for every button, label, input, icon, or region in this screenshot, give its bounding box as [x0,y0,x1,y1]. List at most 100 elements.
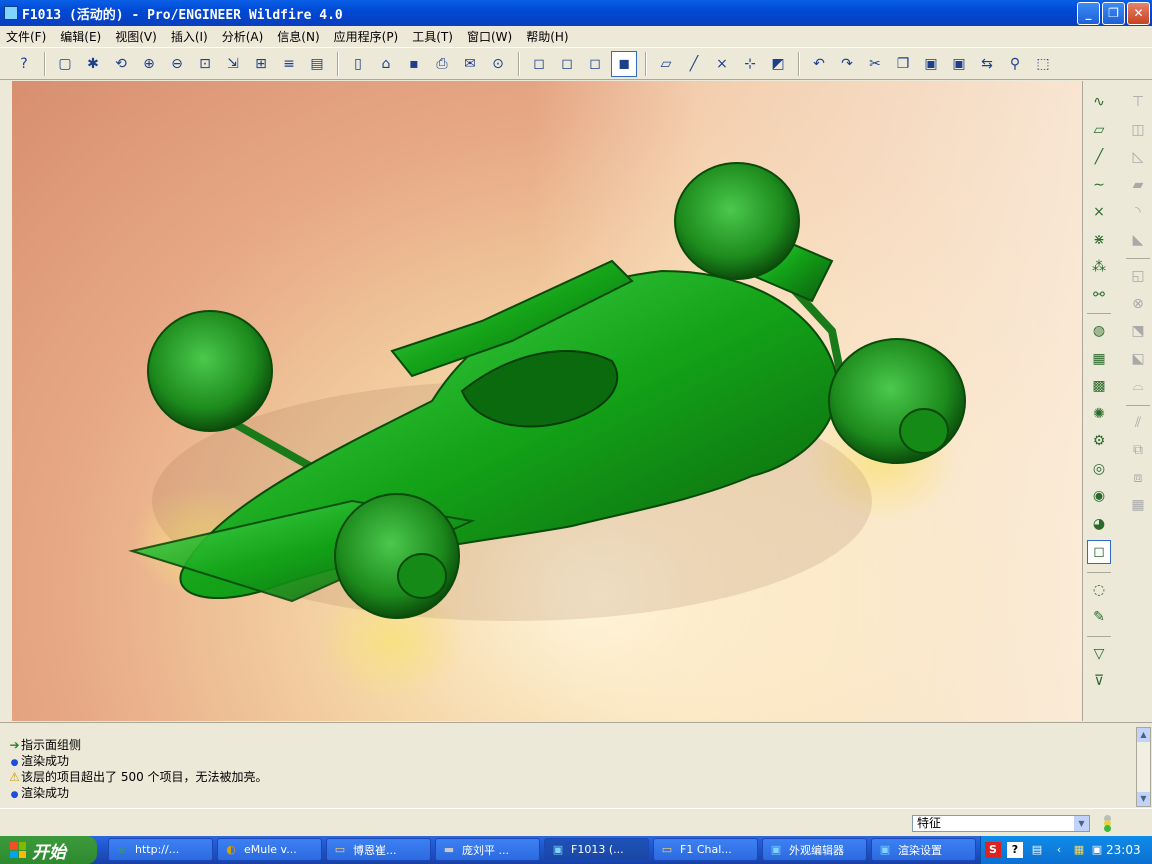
email-link-icon[interactable]: ⊙ [486,52,510,76]
network-icon[interactable]: ▦ [1071,842,1087,858]
cut-icon[interactable]: ✂ [863,52,887,76]
revolve-icon[interactable]: ⊗ [1127,293,1149,315]
datum-point-icon[interactable]: × [1088,201,1110,223]
copy-icon[interactable]: ❐ [891,52,915,76]
minimize-button[interactable]: _ [1077,2,1100,25]
taskbar-item[interactable]: ▭ 博恩崔... [326,838,431,861]
scroll-up-icon[interactable]: ▲ [1137,728,1150,742]
volume-icon[interactable]: ▤ [1029,842,1045,858]
menu-analysis[interactable]: 分析(A) [216,28,272,45]
rib-icon[interactable]: ◺ [1127,146,1149,168]
analysis-feature-icon[interactable]: ⚯ [1088,284,1110,306]
print-icon[interactable]: ⎙ [430,52,454,76]
round-icon[interactable]: ◝ [1127,201,1149,223]
mirror-icon[interactable]: ⫽ [1127,412,1149,434]
datum-axis-icon[interactable]: ╱ [1088,146,1110,168]
menu-edit[interactable]: 编辑(E) [54,28,109,45]
wireframe-icon[interactable]: ◻ [527,52,551,76]
undo-icon[interactable]: ↶ [807,52,831,76]
find-icon[interactable]: ⚲ [1003,52,1027,76]
menu-view[interactable]: 视图(V) [109,28,165,45]
menu-applications[interactable]: 应用程序(P) [328,28,407,45]
render-icon[interactable]: ◕ [1088,513,1110,535]
extrude-icon[interactable]: ◱ [1127,265,1149,287]
point-offset-icon[interactable]: ⋇ [1088,229,1110,251]
enhanced-realism-icon[interactable]: ✎ [1088,606,1110,628]
shell-icon[interactable]: ◫ [1127,119,1149,141]
light-icon[interactable]: ✺ [1088,403,1110,425]
paste-special-icon[interactable]: ▣ [947,52,971,76]
new-file-icon[interactable]: ▯ [346,52,370,76]
render-region-icon[interactable]: ◎ [1088,458,1110,480]
sketched-curve-icon[interactable]: ∿ [1088,91,1110,113]
scroll-down-icon[interactable]: ▼ [1137,792,1150,806]
no-hidden-icon[interactable]: ◻ [583,52,607,76]
datum-plane-icon[interactable]: ▱ [1088,119,1110,141]
chamfer-icon[interactable]: ◣ [1127,229,1149,251]
view-manager-icon[interactable]: ▤ [305,52,329,76]
graphics-window[interactable] [12,81,1082,721]
open-file-icon[interactable]: ⌂ [374,52,398,76]
layers-icon[interactable]: ≡ [277,52,301,76]
saved-views-icon[interactable]: ⊞ [249,52,273,76]
datum-planes-icon[interactable]: ▱ [654,52,678,76]
taskbar-item[interactable]: ◐ eMule v... [217,838,322,861]
hole-icon[interactable]: ⊤ [1127,91,1149,113]
tray-expand-icon[interactable]: ‹ [1051,842,1067,858]
taskbar-item[interactable]: e http://... [108,838,213,861]
boundary-blend-icon[interactable]: ⌓ [1127,375,1149,397]
restore-button[interactable]: ❐ [1102,2,1125,25]
network-monitor-icon[interactable]: ▣ [1089,842,1105,858]
selection-filter-dropdown[interactable]: 特征 ▼ [912,815,1090,832]
regenerate-icon[interactable]: ⇆ [975,52,999,76]
start-button[interactable]: 开始 [0,836,97,864]
room-editor-icon[interactable]: ▩ [1088,375,1110,397]
menu-insert[interactable]: 插入(I) [165,28,216,45]
taskbar-item[interactable]: ▣ 渲染设置 [871,838,976,861]
draft-icon[interactable]: ▰ [1127,174,1149,196]
menu-help[interactable]: 帮助(H) [520,28,576,45]
render-settings-icon[interactable]: ⚙ [1088,430,1110,452]
scene-icon[interactable]: ▦ [1088,348,1110,370]
appearance-icon[interactable]: ◍ [1088,320,1110,342]
merge-icon[interactable]: ⧉ [1127,439,1149,461]
repaint-icon[interactable]: ▢ [53,52,77,76]
datum-axes-icon[interactable]: ╱ [682,52,706,76]
context-help-icon[interactable]: ? [12,52,36,76]
select-filter-icon[interactable]: ▽ [1088,643,1110,665]
scroll-track[interactable] [1137,742,1150,792]
spotlight-icon[interactable]: ◌ [1088,579,1110,601]
menu-tools[interactable]: 工具(T) [406,28,461,45]
zoom-out-icon[interactable]: ⊖ [165,52,189,76]
menu-file[interactable]: 文件(F) [0,28,54,45]
reorient-icon[interactable]: ⇲ [221,52,245,76]
refit-icon[interactable]: ⊡ [193,52,217,76]
trim-icon[interactable]: ⧈ [1127,467,1149,489]
paste-icon[interactable]: ▣ [919,52,943,76]
taskbar-item[interactable]: ▣ 外观编辑器 [762,838,867,861]
coordinate-systems-icon[interactable]: ⊹ [738,52,762,76]
zoom-in-icon[interactable]: ⊕ [137,52,161,76]
taskbar-item[interactable]: ▣ F1013 (... [544,838,649,861]
message-scrollbar[interactable]: ▲ ▼ [1136,727,1151,807]
point-field-icon[interactable]: ⁂ [1088,256,1110,278]
shading-icon[interactable]: ◼ [611,50,637,77]
ime-icon[interactable]: S [985,842,1001,858]
spin-center-icon[interactable]: ✱ [81,52,105,76]
orient-mode-icon[interactable]: ⟲ [109,52,133,76]
pattern-icon[interactable]: ▦ [1127,494,1149,516]
selection-box-icon[interactable]: ⬚ [1031,52,1055,76]
smart-select-icon[interactable]: ⊽ [1088,670,1110,692]
help-icon[interactable]: ? [1007,842,1023,858]
save-icon[interactable]: ▪ [402,52,426,76]
datum-curve-icon[interactable]: ∼ [1088,174,1110,196]
blend-icon[interactable]: ⬕ [1127,348,1149,370]
taskbar-item[interactable]: ▬ 庞刘平 ... [435,838,540,861]
datum-points-icon[interactable]: × [710,52,734,76]
menu-info[interactable]: 信息(N) [271,28,327,45]
taskbar-item[interactable]: ▭ F1 Chal... [653,838,758,861]
chevron-down-icon[interactable]: ▼ [1074,816,1089,831]
menu-window[interactable]: 窗口(W) [461,28,520,45]
sweep-icon[interactable]: ⬔ [1127,320,1149,342]
email-icon[interactable]: ✉ [458,52,482,76]
